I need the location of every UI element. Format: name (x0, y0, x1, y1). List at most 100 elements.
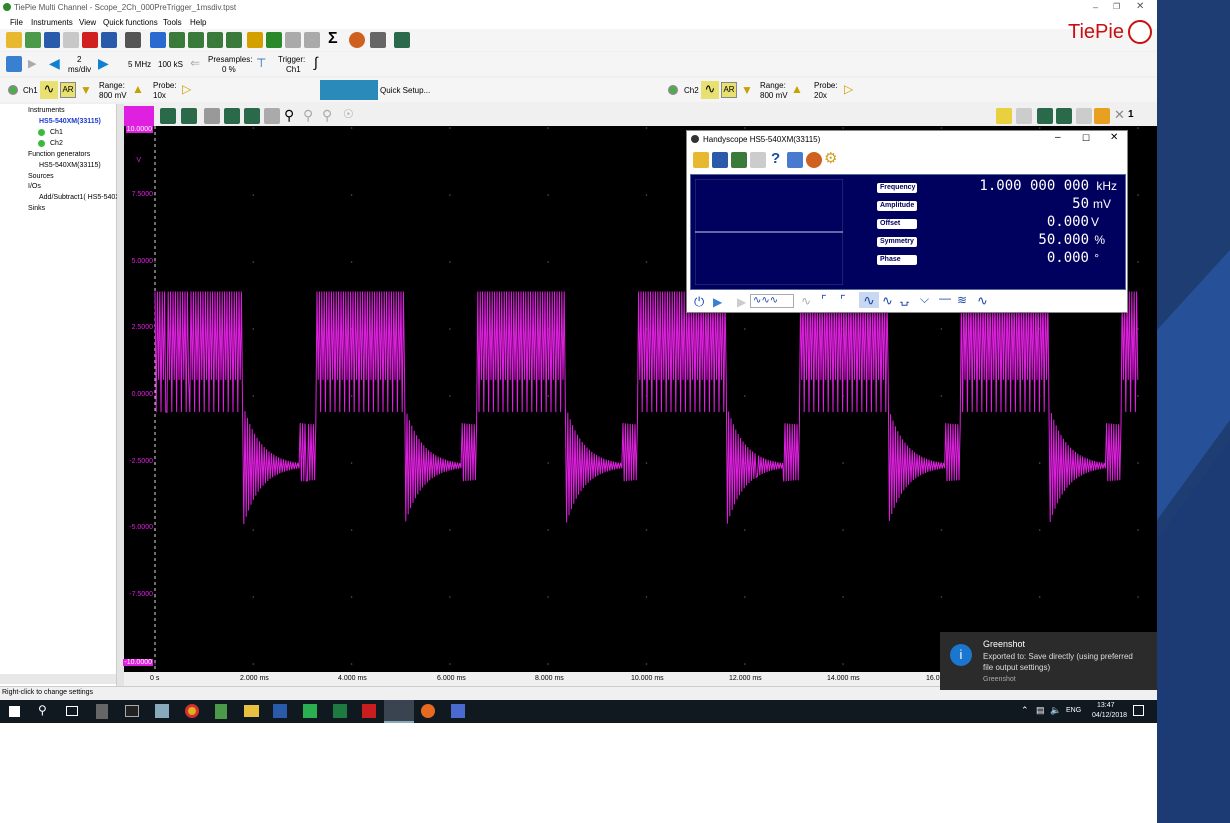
task-view-icon[interactable] (66, 706, 78, 716)
marker-icon[interactable] (1094, 108, 1110, 124)
refresh-icon[interactable] (63, 32, 79, 48)
fg-wave-pulse-icon[interactable]: ⌵ (920, 292, 929, 307)
calculator-icon[interactable] (96, 704, 108, 719)
tree-fg-device[interactable]: HS5-540XM(33115) (39, 162, 101, 169)
app-icon-1[interactable] (155, 704, 169, 718)
trigger-value[interactable]: Ch1 (286, 65, 301, 74)
ch2-probe-icon[interactable]: ▷ (844, 82, 853, 96)
fg-settings-icon[interactable]: ⚙ (824, 149, 837, 167)
ch2-range-down-icon[interactable]: ▼ (741, 83, 753, 97)
fg-amplitude-value[interactable]: 50 (1072, 196, 1089, 212)
excel-icon[interactable] (333, 704, 347, 718)
ch1-coupling-icon[interactable]: ∿ (40, 81, 58, 99)
tree-device[interactable]: HS5-540XM(33115) (39, 118, 101, 125)
ch1-range-down-icon[interactable]: ▼ (80, 83, 92, 97)
network-icon[interactable]: ▤ (1036, 705, 1045, 716)
tree-function-generators[interactable]: Function generators (28, 151, 90, 158)
fg-open-icon[interactable] (693, 152, 709, 168)
table-icon[interactable] (204, 108, 220, 124)
add-chart-icon[interactable] (226, 32, 242, 48)
volume-icon[interactable]: 🔈 (1050, 705, 1061, 716)
export-icon[interactable] (1016, 108, 1032, 124)
fg-single-icon[interactable]: ▶ (737, 295, 746, 309)
zoom-fit-icon[interactable]: ⚲ (322, 107, 332, 124)
start-icon[interactable] (9, 706, 20, 717)
tree-instruments[interactable]: Instruments (28, 107, 65, 114)
app-icon-2[interactable] (451, 704, 465, 718)
fg-wave-arb-icon[interactable]: ∿ (801, 294, 811, 308)
tree-ios[interactable]: I/Os (28, 183, 41, 190)
fg-wave-ramp-up-icon[interactable]: ⌜ (821, 293, 827, 307)
fg-power-icon[interactable]: ⏻ (694, 294, 704, 310)
tree-sinks[interactable]: Sinks (28, 205, 45, 212)
quick-setup-button[interactable]: Quick Setup... (380, 86, 430, 95)
trigger-edge-icon[interactable]: ∫ (314, 54, 318, 70)
menu-instruments[interactable]: Instruments (31, 18, 73, 27)
fg-wave-sine-icon[interactable]: ∿ (859, 292, 879, 308)
tray-date[interactable]: 04/12/2018 (1092, 712, 1127, 719)
ch2-range-value[interactable]: 800 mV (760, 91, 788, 100)
ch1-probe-icon[interactable]: ▷ (182, 82, 191, 96)
ch1-name[interactable]: Ch1 (23, 86, 38, 95)
menu-help[interactable]: Help (190, 18, 206, 27)
sigma-icon[interactable]: Σ (328, 30, 338, 48)
tree-io-item[interactable]: Add/Subtract1( HS5-540X (39, 194, 120, 201)
ch2-coupling-icon[interactable]: ∿ (701, 81, 719, 99)
graph-icon[interactable] (224, 108, 240, 124)
zoom-in-icon[interactable]: ⚲ (284, 107, 294, 124)
tree-sources[interactable]: Sources (28, 173, 54, 180)
chrome-icon[interactable] (185, 704, 199, 718)
sample-rate[interactable]: 5 MHz (128, 60, 151, 69)
print-icon[interactable] (101, 32, 117, 48)
add-table-icon[interactable] (207, 32, 223, 48)
menu-quick-functions[interactable]: Quick functions (103, 18, 158, 27)
ch2-range-up-icon[interactable]: ▲ (791, 82, 803, 96)
add-io-icon[interactable] (247, 32, 263, 48)
panel-splitter[interactable] (117, 104, 124, 686)
add-clock-icon[interactable] (266, 32, 282, 48)
word-icon[interactable] (273, 704, 287, 718)
maximize-icon[interactable]: ❐ (1113, 2, 1120, 11)
presamples-value[interactable]: 0 % (222, 65, 236, 74)
acrobat-icon[interactable] (362, 704, 376, 718)
fg-export-icon[interactable] (731, 152, 747, 168)
fg-wave-dc-icon[interactable]: — (939, 291, 951, 305)
fg-close-icon[interactable]: ✕ (1110, 132, 1118, 143)
tray-language[interactable]: ENG (1066, 707, 1081, 714)
quick-setup-icon[interactable] (320, 80, 378, 100)
scope-view-icon[interactable] (394, 32, 410, 48)
fg-wave-square-icon[interactable]: ⍽ (900, 292, 909, 306)
timebase-decrease-icon[interactable]: ◀ (49, 55, 60, 72)
ch2-autorange-button[interactable]: AR (721, 82, 737, 98)
ch1-autorange-button[interactable]: AR (60, 82, 76, 98)
fg-wave-noise-icon[interactable]: ≋ (957, 293, 967, 307)
settings-list-icon[interactable] (370, 32, 386, 48)
close-icon[interactable]: ✕ (1136, 1, 1144, 12)
minimize-icon[interactable]: – (1093, 2, 1098, 12)
ch1-probe-value[interactable]: 10x (153, 91, 166, 100)
add-meter-icon[interactable] (188, 32, 204, 48)
fg-pin-icon[interactable] (787, 152, 803, 168)
fg-signal-select[interactable]: ∿∿∿ (750, 294, 794, 308)
tree-ch1[interactable]: Ch1 (50, 129, 63, 136)
table-view-icon[interactable] (264, 108, 280, 124)
save-icon[interactable] (44, 32, 60, 48)
cursor-v-icon[interactable] (181, 108, 197, 124)
graph-export-icon[interactable] (1076, 108, 1092, 124)
ch1-range-up-icon[interactable]: ▲ (132, 82, 144, 96)
add-scope-icon[interactable] (150, 32, 166, 48)
add-graph-icon[interactable] (169, 32, 185, 48)
fg-wave-triangle-icon[interactable]: ∿ (882, 293, 893, 309)
trigger-position-icon[interactable]: ⊤ (256, 56, 266, 70)
fg-minimize-icon[interactable]: – (1055, 132, 1061, 143)
fg-help-icon[interactable]: ? (771, 150, 780, 167)
pycharm-icon[interactable] (303, 704, 317, 718)
ch1-indicator-icon[interactable] (8, 85, 18, 95)
notepad-icon[interactable] (215, 704, 227, 719)
firefox-icon[interactable] (421, 704, 435, 718)
tray-time[interactable]: 13:47 (1097, 702, 1115, 709)
cursor-icon[interactable] (160, 108, 176, 124)
zoom-out-icon[interactable]: ⚲ (303, 107, 313, 124)
delete-icon[interactable] (82, 32, 98, 48)
tiepie-taskbar-icon[interactable] (384, 700, 414, 723)
